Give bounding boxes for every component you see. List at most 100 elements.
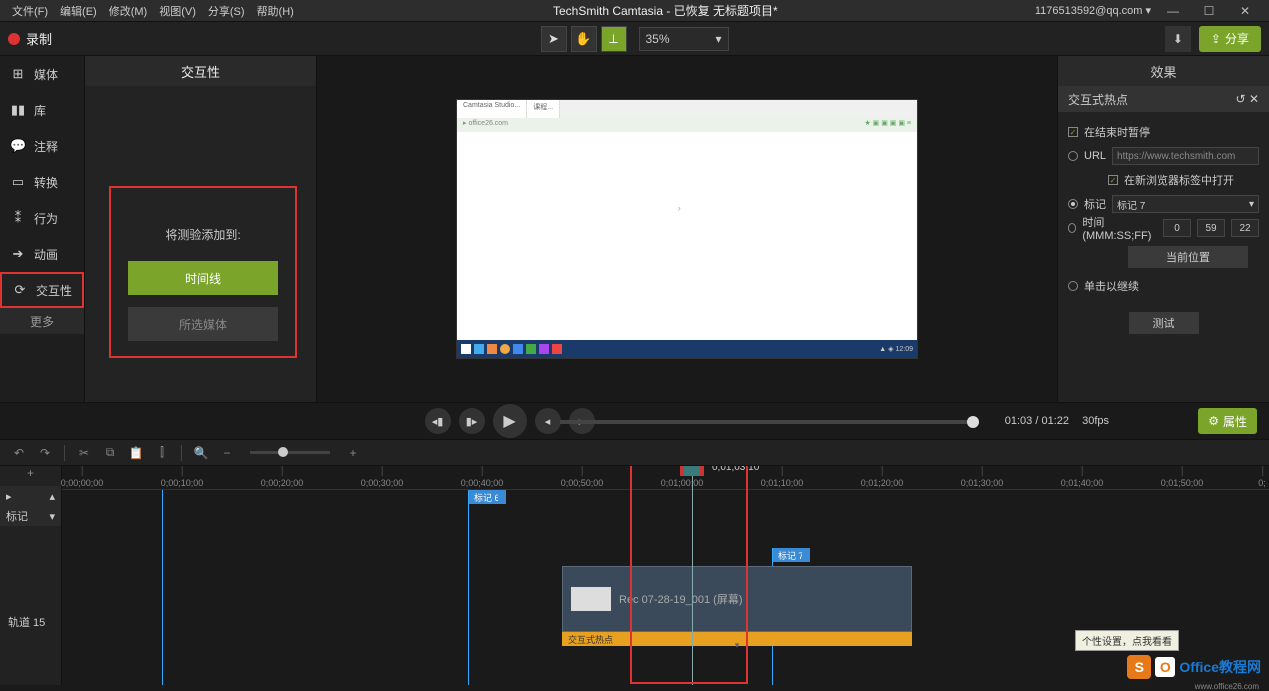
gear-icon: ⚙ [1208, 414, 1219, 428]
tab-media[interactable]: ⊞媒体 [0, 56, 84, 92]
menu-help[interactable]: 帮助(H) [251, 1, 300, 21]
prev-frame-button[interactable]: ◂▮ [425, 408, 451, 434]
tab-annotations[interactable]: 💬注释 [0, 128, 84, 164]
tick: 0;01;40;00 [1061, 478, 1104, 488]
user-account[interactable]: 1176513592@qq.com ▾ [1031, 4, 1155, 17]
record-icon [8, 33, 20, 45]
panel-title: 交互性 [85, 56, 316, 86]
marker-radio[interactable] [1068, 199, 1078, 209]
track-label[interactable]: 轨道 15 [0, 588, 61, 656]
tooltip[interactable]: 个性设置，点我看看 [1075, 630, 1179, 651]
menu-edit[interactable]: 编辑(E) [54, 1, 103, 21]
seek-handle[interactable] [967, 416, 979, 428]
menu-view[interactable]: 视图(V) [153, 1, 202, 21]
anim-icon: ➔ [10, 246, 26, 262]
clip-thumbnail [571, 587, 611, 611]
copy-button[interactable]: ⧉ [101, 445, 119, 460]
timeline-tools: ↶ ↷ ✂ ⧉ 📋 ⫿ 🔍 − + [0, 440, 1269, 466]
cut-button[interactable]: ✂ [75, 446, 93, 460]
menu-file[interactable]: 文件(F) [6, 1, 54, 21]
tick: 0;00;30;00 [361, 478, 404, 488]
tick: 0;01;20;00 [861, 478, 904, 488]
undo-button[interactable]: ↶ [10, 446, 28, 460]
tab-more[interactable]: 更多 [0, 308, 84, 334]
time-sec[interactable] [1197, 219, 1225, 237]
menu-modify[interactable]: 修改(M) [103, 1, 154, 21]
tab-library[interactable]: ▮▮库 [0, 92, 84, 128]
marker-7[interactable]: 标记 7 [772, 548, 810, 562]
tab-transitions[interactable]: ▭转换 [0, 164, 84, 200]
redo-button[interactable]: ↷ [36, 446, 54, 460]
tab-behaviors[interactable]: ⁑行为 [0, 200, 84, 236]
download-button[interactable]: ⬇ [1165, 26, 1191, 52]
zoom-select[interactable]: 35%▾ [639, 27, 729, 51]
add-to-media-button[interactable]: 所选媒体 [128, 307, 278, 341]
tab-interactivity[interactable]: ⟳交互性 [0, 272, 84, 308]
maximize-button[interactable]: ☐ [1191, 4, 1227, 18]
record-button[interactable]: 录制 [26, 29, 52, 48]
hand-tool[interactable]: ✋ [571, 26, 597, 52]
canvas[interactable]: Camtasia Studio...课程... ▸ office26.com★ … [317, 56, 1057, 402]
library-icon: ▮▮ [10, 102, 26, 118]
zoom-slider[interactable] [250, 451, 330, 454]
preview-frame: Camtasia Studio...课程... ▸ office26.com★ … [457, 100, 917, 358]
in-marker[interactable] [162, 490, 163, 685]
split-button[interactable]: ⫿ [153, 445, 171, 460]
next-frame-button[interactable]: ▮▸ [459, 408, 485, 434]
fps-display: 30fps [1082, 415, 1109, 427]
zoom-out-button[interactable]: − [218, 446, 236, 460]
play-button[interactable]: ▶ [493, 404, 527, 438]
pointer-tool[interactable]: ➤ [541, 26, 567, 52]
tick: 0; [1258, 478, 1266, 488]
props-title: 效果 [1058, 56, 1269, 86]
pause-checkbox[interactable] [1068, 127, 1078, 137]
close-button[interactable]: ✕ [1227, 4, 1263, 18]
timecode: 01:03 / 01:22 [1005, 415, 1069, 427]
media-icon: ⊞ [10, 66, 26, 82]
interact-icon: ⟳ [12, 282, 28, 298]
minimize-button[interactable]: — [1155, 4, 1191, 18]
tick: 0;00;50;00 [561, 478, 604, 488]
side-tabs: ⊞媒体 ▮▮库 💬注释 ▭转换 ⁑行为 ➔动画 ⟳交互性 更多 [0, 56, 85, 402]
zoom-in-button[interactable]: + [344, 446, 362, 460]
properties-button[interactable]: ⚙属性 [1198, 408, 1257, 434]
panel-message: 将测验添加到: [111, 226, 295, 243]
time-frame[interactable] [1231, 219, 1259, 237]
add-track-button[interactable]: + [0, 466, 61, 486]
watermark-icon: S [1127, 655, 1151, 679]
tick: 0;00;00;00 [61, 478, 104, 488]
step-back-button[interactable]: ◂ [535, 408, 561, 434]
paste-button[interactable]: 📋 [127, 446, 145, 460]
marker-6[interactable]: 标记 6 [468, 490, 506, 504]
marker-select[interactable]: 标记 7▾ [1112, 195, 1259, 213]
interactivity-panel: 交互性 将测验添加到: 时间线 所选媒体 [85, 56, 317, 402]
zoom-slider-handle[interactable] [278, 447, 288, 457]
trans-icon: ▭ [10, 174, 26, 190]
test-button[interactable]: 测试 [1129, 312, 1199, 334]
tick: 0;01;30;00 [961, 478, 1004, 488]
menubar: 文件(F) 编辑(E) 修改(M) 视图(V) 分享(S) 帮助(H) Tech… [0, 0, 1269, 22]
close-icon[interactable]: ✕ [1249, 92, 1259, 106]
menu-share[interactable]: 分享(S) [202, 1, 251, 21]
properties-panel: 效果 交互式热点 ↺ ✕ 在结束时暂停 URL 在新浏览器标签中打开 标记标记 … [1057, 56, 1269, 402]
behav-icon: ⁑ [10, 210, 26, 226]
time-min[interactable] [1163, 219, 1191, 237]
tab-animations[interactable]: ➔动画 [0, 236, 84, 272]
url-input[interactable] [1112, 147, 1259, 165]
crop-tool[interactable]: ⟂ [601, 26, 627, 52]
reset-icon[interactable]: ↺ [1236, 92, 1246, 106]
seek-bar[interactable] [560, 420, 979, 424]
current-position-button[interactable]: 当前位置 [1128, 246, 1248, 268]
marker-dropdown-2[interactable]: 标记▾ [0, 506, 61, 526]
marker-6-line [468, 490, 469, 685]
time-radio[interactable] [1068, 223, 1076, 233]
share-button[interactable]: ⇪分享 [1199, 26, 1261, 52]
newtab-checkbox[interactable] [1108, 175, 1118, 185]
add-to-timeline-button[interactable]: 时间线 [128, 261, 278, 295]
click-radio[interactable] [1068, 281, 1078, 291]
annot-icon: 💬 [10, 138, 26, 154]
url-radio[interactable] [1068, 151, 1078, 161]
highlight-box [630, 466, 748, 684]
zoom-icon: 🔍 [192, 446, 210, 460]
marker-dropdown[interactable]: ▸▴ [0, 486, 61, 506]
